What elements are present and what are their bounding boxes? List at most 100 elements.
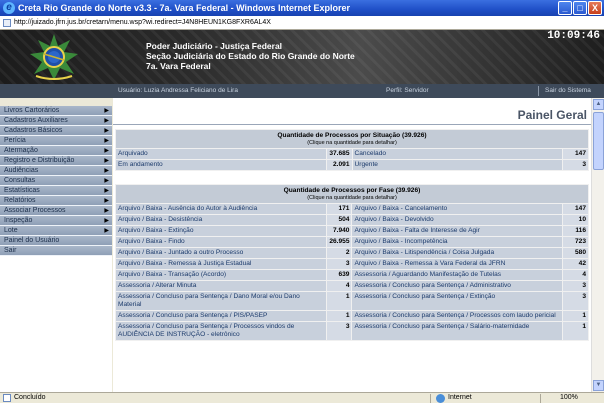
header-banner: Poder Judiciário - Justiça Federal Seção… [0,30,604,84]
sidebar-item-label: Painel do Usuário [4,237,60,244]
sidebar-item[interactable]: Inspeção ▶ [0,216,112,226]
submenu-arrow-icon: ▶ [104,128,109,134]
ie-icon: e [3,2,15,14]
count-link[interactable]: 4 [325,280,353,292]
count-link[interactable]: 147 [562,203,589,215]
submenu-arrow-icon: ▶ [104,118,109,124]
count-link[interactable]: 4 [562,269,589,281]
phase-label: Arquivo / Baixa - Remessa à Justiça Esta… [115,258,327,270]
sidebar-item[interactable]: Associar Processos ▶ [0,206,112,216]
count-link[interactable]: 116 [562,225,589,237]
sidebar-item[interactable]: Livros Cartorários ▶ [0,106,112,116]
count-link[interactable]: 3 [562,291,589,311]
submenu-arrow-icon: ▶ [104,108,109,114]
count-link[interactable]: 3 [325,321,353,341]
situacao-header: Quantidade de Processos por Situação (39… [115,129,589,149]
phase-label: Assessoria / Concluso para Sentença / Ad… [351,280,563,292]
count-link[interactable]: 723 [562,236,589,248]
window-title: Creta Rio Grande do Norte v3.3 - 7a. Var… [18,3,351,13]
user-profile: Perfil: Servidor [386,87,429,94]
address-url[interactable]: http://juizado.jfrn.jus.br/cretarn/menu.… [14,19,271,26]
count-link[interactable]: 2 [325,247,353,259]
phase-label: Arquivo / Baixa - Desistência [115,214,327,226]
table-row: Em andamento 2.091 Urgente 3 [115,159,589,171]
address-bar[interactable]: http://juizado.jfrn.jus.br/cretarn/menu.… [0,16,604,30]
count-link[interactable]: 3 [562,280,589,292]
sidebar-item[interactable]: Lote ▶ [0,226,112,236]
minimize-button[interactable]: _ [558,1,572,15]
submenu-arrow-icon: ▶ [104,228,109,234]
phase-label: Urgente [351,159,563,171]
count-link[interactable]: 1 [562,310,589,322]
situacao-table: Quantidade de Processos por Situação (39… [115,129,589,171]
sidebar-item-label: Audiências [4,167,39,174]
count-link[interactable]: 1 [325,291,353,311]
sidebar-item[interactable]: Registro e Distribuição ▶ [0,156,112,166]
banner-line-1: Poder Judiciário - Justiça Federal [146,41,283,51]
count-link[interactable]: 504 [325,214,353,226]
count-link[interactable]: 42 [562,258,589,270]
banner-line-2: Seção Judiciária do Estado do Rio Grande… [146,51,355,61]
phase-label: Assessoria / Concluso para Sentença / Sa… [351,321,563,341]
fase-subheader: (Clique na quantidade para detalhar) [307,195,397,201]
status-text: Concluído [14,394,46,401]
browser-window: e Creta Rio Grande do Norte v3.3 - 7a. V… [0,0,604,403]
fase-header-text: Quantidade de Processos por Fase (39.926… [283,187,421,194]
phase-label: Assessoria / Aguardando Manifestação de … [351,269,563,281]
count-link[interactable]: 171 [325,203,353,215]
page-title: Painel Geral [517,108,587,122]
maximize-button[interactable]: □ [573,1,587,15]
phase-label: Arquivo / Baixa - Ausência do Autor à Au… [115,203,327,215]
phase-label: Cancelado [351,148,563,160]
fase-header: Quantidade de Processos por Fase (39.926… [115,184,589,204]
table-row: Arquivado 37.685 Cancelado 147 [115,148,589,160]
count-link[interactable]: 10 [562,214,589,226]
sidebar-item-label: Livros Cartorários [4,107,60,114]
count-link[interactable]: 37.685 [325,148,353,160]
count-link[interactable]: 2.091 [325,159,353,171]
submenu-arrow-icon: ▶ [104,208,109,214]
phase-label: Arquivo / Baixa - Falta de Interesse de … [351,225,563,237]
table-row: Assessoria / Concluso para Sentença / Pr… [115,321,589,341]
logout-link[interactable]: Sair do Sistema [538,86,591,96]
sidebar-item-label: Registro e Distribuição [4,157,75,164]
count-link[interactable]: 3 [562,159,589,171]
submenu-arrow-icon: ▶ [104,138,109,144]
phase-label: Arquivo / Baixa - Cancelamento [351,203,563,215]
table-row: Assessoria / Concluso para Sentença / Da… [115,291,589,311]
phase-label: Assessoria / Concluso para Sentença / Pr… [351,310,563,322]
sidebar-item-label: Inspeção [4,217,33,224]
zoom-level[interactable]: 100% [560,393,578,403]
count-link[interactable]: 3 [325,258,353,270]
sidebar-item-label: Associar Processos [4,207,66,214]
count-link[interactable]: 1 [325,310,353,322]
sidebar-item-label: Relatórios [4,197,36,204]
vertical-scrollbar[interactable]: ▲ ▼ [591,98,604,392]
count-link[interactable]: 7.940 [325,225,353,237]
scroll-down-icon[interactable]: ▼ [593,380,604,391]
sidebar-item[interactable]: Cadastros Auxiliares ▶ [0,116,112,126]
sidebar-item[interactable]: Consultas ▶ [0,176,112,186]
sidebar-item-label: Lote [4,227,18,234]
scroll-up-icon[interactable]: ▲ [593,99,604,110]
count-link[interactable]: 639 [325,269,353,281]
sidebar-item[interactable]: Sair [0,246,112,256]
close-button[interactable]: X [588,1,602,15]
sidebar-item[interactable]: Relatórios ▶ [0,196,112,206]
scroll-thumb[interactable] [593,112,604,170]
count-link[interactable]: 147 [562,148,589,160]
count-link[interactable]: 580 [562,247,589,259]
submenu-arrow-icon: ▶ [104,158,109,164]
page-done-icon [3,394,11,402]
submenu-arrow-icon: ▶ [104,218,109,224]
sidebar-item[interactable]: Atermação ▶ [0,146,112,156]
sidebar-item[interactable]: Audiências ▶ [0,166,112,176]
sidebar-item[interactable]: Cadastros Básicos ▶ [0,126,112,136]
phase-label: Assessoria / Concluso para Sentença / Pr… [115,321,327,341]
sidebar-item[interactable]: Painel do Usuário [0,236,112,246]
sidebar-item[interactable]: Estatísticas ▶ [0,186,112,196]
count-link[interactable]: 1 [562,321,589,341]
sidebar-item[interactable]: Perícia ▶ [0,136,112,146]
sidebar-item-label: Cadastros Básicos [4,127,63,134]
count-link[interactable]: 26.955 [325,236,353,248]
